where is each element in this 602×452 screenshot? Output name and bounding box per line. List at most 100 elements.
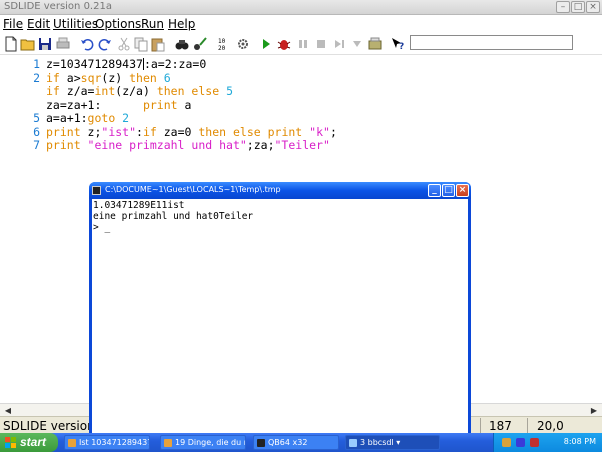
line-number: 5 — [33, 111, 40, 125]
undo-icon[interactable] — [79, 36, 95, 52]
menu-file[interactable]: File — [3, 17, 23, 31]
tray-icon[interactable] — [502, 438, 511, 447]
menu-run[interactable]: Run — [141, 17, 164, 31]
code-token: za=0 — [163, 124, 199, 139]
line-number: 1 — [33, 57, 40, 71]
code-token: za=za+1: — [46, 97, 143, 112]
scroll-right-icon[interactable]: ▶ — [588, 405, 600, 416]
taskbar-item[interactable]: 19 Dinge, die du nicht... — [160, 435, 246, 450]
console-line: 1.03471289E11ist — [93, 200, 185, 211]
code-token: print — [46, 124, 88, 139]
code-token: :a=2:za=0 — [143, 57, 207, 71]
console-titlebar[interactable]: C:\DOCUME~1\Guest\LOCALS~1\Temp\.tmp _ □… — [89, 182, 471, 199]
console-line: eine primzahl und hat0Teiler — [93, 211, 254, 222]
toolbar: 10 20 ? — [0, 33, 602, 55]
code-text[interactable]: print z;"ist":if za=0 then else print "k… — [46, 125, 337, 139]
code-token: ; — [329, 124, 337, 139]
system-tray: 8:08 PM — [493, 433, 602, 452]
console-app-icon — [92, 186, 101, 195]
status-divider — [480, 418, 481, 433]
svg-text:10: 10 — [218, 38, 226, 45]
code-token: print — [142, 97, 185, 112]
console-minimize-button[interactable]: _ — [428, 184, 441, 197]
compile-icon[interactable] — [367, 36, 383, 52]
paste-icon[interactable] — [150, 36, 166, 52]
cut-icon[interactable] — [116, 36, 132, 52]
code-token: z/a= — [66, 84, 95, 98]
print-icon[interactable] — [55, 36, 71, 52]
new-file-icon[interactable] — [3, 36, 19, 52]
minimize-button[interactable]: – — [556, 1, 570, 13]
code-token: a> — [66, 70, 81, 85]
step-into-icon[interactable] — [349, 36, 365, 52]
code-token: ;za; — [246, 138, 275, 152]
menu-options[interactable]: Options — [95, 17, 141, 31]
code-token: "Teiler" — [274, 138, 330, 152]
console-close-button[interactable]: × — [456, 184, 469, 197]
code-text[interactable]: if z/a=int(z/a) then else 5 — [46, 84, 233, 98]
console-output[interactable]: 1.03471289E11ist eine primzahl und hat0T… — [92, 199, 468, 433]
taskbar-item[interactable]: Ist 103471289437 ei... — [64, 435, 150, 450]
code-token: then else print — [198, 124, 310, 139]
shield-icon[interactable] — [530, 438, 539, 447]
status-position: 187 — [489, 419, 512, 433]
close-button[interactable]: × — [586, 1, 600, 13]
svg-text:?: ? — [399, 42, 404, 52]
toolbar-search-input[interactable] — [410, 35, 573, 50]
maximize-button[interactable]: □ — [571, 1, 585, 13]
start-button[interactable]: start — [0, 433, 58, 452]
code-token: a — [184, 97, 192, 112]
stop-icon[interactable] — [313, 36, 329, 52]
code-token: z=103471289437 — [46, 57, 143, 71]
code-text[interactable]: z=103471289437:a=2:za=0 — [46, 57, 206, 71]
code-text[interactable]: if a>sqr(z) then 6 — [46, 71, 171, 85]
code-text[interactable]: print "eine primzahl und hat";za;"Teiler… — [46, 138, 330, 152]
save-icon[interactable] — [37, 36, 53, 52]
tray-icon[interactable] — [516, 438, 525, 447]
scroll-left-icon[interactable]: ◀ — [2, 405, 14, 416]
renumber-icon[interactable]: 10 20 — [216, 36, 232, 52]
code-text[interactable]: za=za+1: print a — [46, 98, 191, 112]
code-token: if — [142, 124, 164, 139]
menu-edit[interactable]: Edit — [27, 17, 50, 31]
window-title: SDLIDE version 0.21a — [4, 1, 112, 12]
debug-icon[interactable] — [276, 36, 292, 52]
console-window[interactable]: C:\DOCUME~1\Guest\LOCALS~1\Temp\.tmp _ □… — [89, 182, 471, 433]
line-number: 2 — [33, 70, 40, 85]
code-token: int — [94, 84, 116, 98]
find-icon[interactable] — [174, 36, 190, 52]
code-token: 6 — [163, 70, 171, 85]
step-icon[interactable] — [331, 36, 347, 52]
pause-icon[interactable] — [295, 36, 311, 52]
console-maximize-button[interactable]: □ — [442, 184, 455, 197]
code-token: : — [136, 124, 143, 139]
window-titlebar: SDLIDE version 0.21a – □ × — [0, 0, 602, 15]
help-context-icon[interactable]: ? — [390, 36, 406, 52]
taskbar-item[interactable]: QB64 x32 — [253, 435, 339, 450]
code-token: z; — [87, 124, 102, 139]
code-token: "ist" — [101, 124, 137, 139]
menu-utilities[interactable]: Utilities — [53, 17, 98, 31]
code-token: goto — [87, 111, 123, 125]
svg-text:20: 20 — [218, 45, 226, 52]
replace-icon[interactable] — [192, 36, 208, 52]
run-icon[interactable] — [258, 36, 274, 52]
code-token: "eine primzahl und hat" — [87, 138, 247, 152]
code-token: print — [46, 138, 88, 152]
taskbar-item-active[interactable]: 3 bbcsdl ▾ — [345, 435, 440, 450]
windows-logo-icon — [5, 437, 16, 448]
settings-icon[interactable] — [235, 36, 251, 52]
status-column: 20,0 — [537, 419, 564, 433]
status-divider — [527, 418, 528, 433]
menu-bar: File Edit Utilities Options Run Help — [0, 15, 602, 33]
copy-icon[interactable] — [133, 36, 149, 52]
code-text[interactable]: a=a+1:goto 2 — [46, 111, 129, 125]
line-number: 7 — [33, 138, 40, 152]
code-token: sqr — [80, 70, 102, 85]
code-token: 2 — [122, 111, 130, 125]
clock: 8:08 PM — [563, 437, 596, 446]
open-folder-icon[interactable] — [20, 36, 36, 52]
redo-icon[interactable] — [97, 36, 113, 52]
menu-help[interactable]: Help — [168, 17, 195, 31]
code-token: if — [46, 70, 67, 85]
